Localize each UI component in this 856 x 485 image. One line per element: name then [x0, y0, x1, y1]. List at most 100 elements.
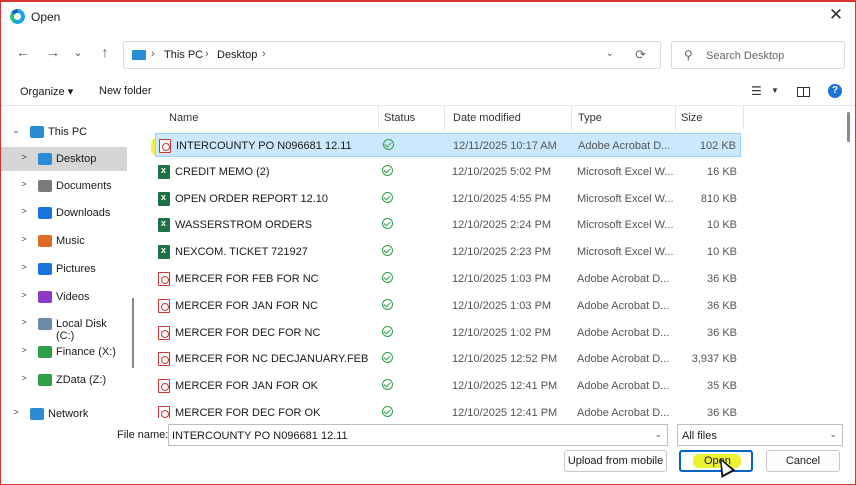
file-row[interactable]: MERCER FOR DEC FOR NC 12/10/2025 1:02 PM A…	[155, 321, 741, 345]
pdf-file-icon	[158, 406, 170, 418]
excel-file-icon	[158, 164, 170, 179]
column-divider[interactable]	[378, 106, 379, 130]
search-box[interactable]: ⚲ Search Desktop	[671, 41, 845, 69]
expand-chevron-icon[interactable]: >	[19, 290, 29, 300]
file-row[interactable]: MERCER FOR JAN FOR NC 12/10/2025 1:03 PM A…	[155, 294, 741, 318]
expand-chevron-icon[interactable]: >	[19, 206, 29, 216]
breadcrumb-separator-icon[interactable]: ›	[262, 48, 266, 60]
sidebar-item-pictures[interactable]: > Pictures	[1, 257, 127, 281]
navigation-pane-scrollbar[interactable]	[132, 298, 134, 368]
breadcrumb-separator-icon[interactable]: ›	[205, 48, 209, 60]
search-icon: ⚲	[684, 48, 693, 62]
file-row[interactable]: CREDIT MEMO (2) 12/10/2025 5:02 PM Microso…	[155, 160, 741, 184]
file-row[interactable]: WASSERSTROM ORDERS 12/10/2025 2:24 PM Micr…	[155, 213, 741, 237]
file-name: MERCER FOR JAN FOR OK	[175, 380, 319, 393]
file-row[interactable]: OPEN ORDER REPORT 12.10 12/10/2025 4:55 P…	[155, 187, 741, 211]
file-row[interactable]: MERCER FOR NC DECJANUARY.FEB 12/10/2025 1…	[155, 347, 741, 371]
column-header-status[interactable]: Status	[384, 112, 415, 124]
new-folder-button[interactable]: New folder	[99, 85, 152, 97]
column-divider[interactable]	[571, 106, 572, 130]
recent-locations-chevron-icon[interactable]: ⌄	[69, 46, 87, 59]
documents-icon	[38, 180, 52, 192]
column-header-name[interactable]: Name	[169, 112, 198, 124]
sidebar-item-finance-x[interactable]: > Finance (X:)	[1, 340, 127, 364]
view-list-icon[interactable]: ☰	[751, 84, 762, 98]
file-name-input[interactable]: INTERCOUNTY PO N096681 12.11 ⌄	[168, 424, 668, 446]
videos-icon	[38, 291, 52, 303]
column-divider[interactable]	[675, 106, 676, 130]
column-header-date-modified[interactable]: Date modified	[453, 112, 521, 124]
drive-icon	[38, 346, 52, 358]
command-toolbar: Organize ▾ New folder ☰ ▼ ?	[1, 78, 855, 106]
file-name: MERCER FOR NC DECJANUARY.FEB	[175, 353, 369, 366]
breadcrumb-separator-icon[interactable]: ›	[151, 48, 155, 60]
file-size: 10 KB	[707, 246, 737, 259]
file-type: Adobe Acrobat D...	[577, 273, 670, 285]
expand-chevron-icon[interactable]: >	[19, 179, 29, 189]
expand-chevron-icon[interactable]: >	[19, 152, 29, 162]
sidebar-item-zdata-z[interactable]: > ZData (Z:)	[1, 368, 127, 392]
file-size: 810 KB	[700, 192, 737, 205]
file-date-modified: 12/10/2025 1:03 PM	[452, 273, 552, 285]
address-dropdown-icon[interactable]: ⌄	[606, 48, 614, 59]
file-row[interactable]: MERCER FOR DEC FOR OK 12/10/2025 12:41 PM…	[155, 401, 741, 418]
back-arrow-icon[interactable]: ←	[14, 44, 32, 60]
file-type-dropdown-icon[interactable]: ⌄	[829, 429, 837, 440]
expand-chevron-icon[interactable]: ⌄	[11, 125, 21, 136]
column-header-size[interactable]: Size	[681, 112, 702, 124]
file-type-filter[interactable]: All files ⌄	[677, 424, 843, 446]
file-row[interactable]: MERCER FOR FEB FOR NC 12/10/2025 1:03 PM A…	[155, 267, 741, 291]
file-date-modified: 12/10/2025 2:24 PM	[452, 219, 552, 232]
view-dropdown-icon[interactable]: ▼	[771, 86, 779, 95]
file-name: WASSERSTROM ORDERS	[175, 219, 313, 232]
sidebar-item-this-pc[interactable]: ⌄ This PC	[1, 120, 127, 144]
address-bar[interactable]: › This PC › Desktop › ⌄ ⟳	[123, 41, 661, 69]
sidebar-item-documents[interactable]: > Documents	[1, 174, 127, 198]
organize-button[interactable]: Organize ▾	[20, 85, 73, 98]
disk-icon	[38, 318, 52, 330]
sidebar-item-videos[interactable]: > Videos	[1, 285, 127, 309]
breadcrumb-desktop[interactable]: Desktop	[217, 49, 257, 61]
file-date-modified: 12/10/2025 12:52 PM	[452, 353, 558, 366]
sync-status-check-icon	[382, 352, 393, 364]
file-type: Microsoft Excel W...	[577, 192, 674, 205]
expand-chevron-icon[interactable]: >	[19, 317, 29, 327]
column-header-type[interactable]: Type	[578, 112, 602, 124]
expand-chevron-icon[interactable]: >	[19, 345, 29, 355]
sidebar-item-desktop[interactable]: > Desktop	[1, 147, 127, 171]
preview-pane-icon[interactable]	[797, 87, 810, 97]
expand-chevron-icon[interactable]: >	[19, 262, 29, 272]
sidebar-item-local-disk-c[interactable]: > Local Disk (C:)	[1, 312, 127, 342]
sidebar-item-downloads[interactable]: > Downloads	[1, 201, 127, 225]
file-row[interactable]: NEXCOM. TICKET 721927 12/10/2025 2:23 PM M…	[155, 240, 741, 264]
close-icon[interactable]: ✕	[826, 5, 846, 25]
column-divider[interactable]	[444, 106, 445, 130]
expand-chevron-icon[interactable]: >	[19, 373, 29, 383]
sidebar-item-network[interactable]: > Network	[1, 402, 127, 426]
forward-arrow-icon[interactable]: →	[44, 44, 62, 60]
breadcrumb-this-pc[interactable]: This PC	[164, 49, 203, 61]
sidebar-item-label: Downloads	[56, 207, 111, 219]
file-date-modified: 12/10/2025 1:02 PM	[452, 326, 552, 339]
file-name-dropdown-icon[interactable]: ⌄	[654, 429, 662, 440]
sidebar-item-music[interactable]: > Music	[1, 229, 127, 253]
column-divider[interactable]	[743, 106, 744, 130]
file-date-modified: 12/11/2025 10:17 AM	[453, 140, 557, 152]
expand-chevron-icon[interactable]: >	[11, 407, 21, 417]
pdf-file-icon	[158, 325, 170, 340]
file-type: Adobe Acrobat D...	[577, 353, 670, 366]
cancel-button[interactable]: Cancel	[766, 450, 840, 472]
upload-from-mobile-button[interactable]: Upload from mobile	[564, 450, 667, 472]
refresh-icon[interactable]: ⟳	[635, 47, 646, 63]
expand-chevron-icon[interactable]: >	[19, 234, 29, 244]
file-name: INTERCOUNTY PO N096681 12.11	[176, 140, 352, 152]
sync-status-check-icon	[382, 272, 393, 283]
file-list-scrollbar[interactable]	[847, 112, 850, 142]
help-icon[interactable]: ?	[828, 84, 842, 98]
file-name: MERCER FOR JAN FOR NC	[175, 299, 318, 312]
up-arrow-icon[interactable]: ↑	[96, 44, 114, 60]
network-icon	[30, 408, 44, 420]
file-row[interactable]: INTERCOUNTY PO N096681 12.11 12/11/2025 1…	[155, 133, 741, 157]
sidebar-item-label: Pictures	[56, 263, 96, 275]
file-row[interactable]: MERCER FOR JAN FOR OK 12/10/2025 12:41 PM…	[155, 374, 741, 398]
